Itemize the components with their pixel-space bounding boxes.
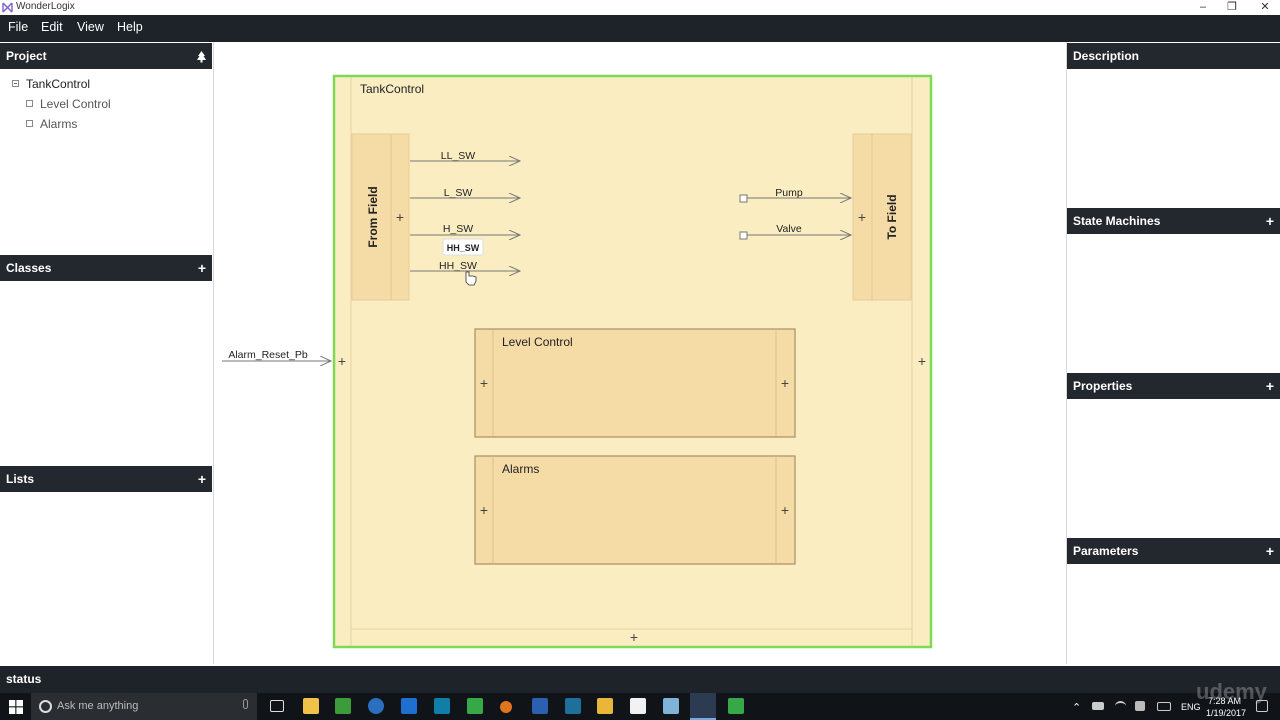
menu-file[interactable]: File [8, 20, 28, 34]
microphone-icon[interactable] [243, 699, 248, 709]
state-machines-panel-title: State Machines [1073, 214, 1161, 228]
lists-panel-title: Lists [6, 472, 35, 486]
tankcontrol-add-output[interactable]: + [918, 353, 926, 369]
tooltip-text: HH_SW [447, 243, 480, 253]
menu-bar: File Edit View Help [0, 15, 1280, 42]
to-field-add-port[interactable]: + [858, 209, 866, 225]
to-field-label: To Field [885, 194, 899, 239]
add-class-button[interactable]: + [198, 255, 206, 281]
status-bar: status [0, 666, 1280, 693]
window-title: WonderLogix [16, 1, 75, 12]
diagram-canvas[interactable]: TankControl From Field + LL_SW L_SW H_SW… [214, 42, 1066, 666]
project-panel-title: Project [6, 49, 47, 63]
tree-node-icon [26, 100, 33, 107]
document-icon[interactable] [630, 698, 646, 714]
input-label-ll-sw: LL_SW [441, 150, 476, 162]
tree-item-level-control[interactable]: Level Control [40, 97, 111, 111]
status-text: status [6, 672, 42, 686]
clock-date[interactable]: 1/19/2017 [1206, 708, 1246, 718]
restore-button[interactable]: ❐ [1217, 0, 1247, 15]
alarms-add-output[interactable]: + [781, 502, 789, 518]
alarms-title: Alarms [502, 462, 539, 476]
output-port-valve[interactable] [739, 231, 748, 240]
output-port-pump[interactable] [739, 194, 748, 203]
keyboard-icon[interactable] [1157, 702, 1171, 711]
wonderlogix-taskbar-icon[interactable] [690, 693, 716, 720]
camtasia-icon[interactable] [467, 698, 483, 714]
add-list-button[interactable]: + [198, 466, 206, 492]
input-label-alarm-reset-pb: Alarm_Reset_Pb [228, 349, 308, 361]
menu-edit[interactable]: Edit [41, 20, 63, 34]
search-placeholder: Ask me anything [57, 700, 139, 712]
tree-icon[interactable] [196, 50, 207, 63]
menu-help[interactable]: Help [117, 20, 143, 34]
browser-icon[interactable] [368, 698, 384, 714]
parameters-panel-title: Parameters [1073, 544, 1139, 558]
taskbar: Ask me anything ⌃ ENG 7:28 AM 1/19/2017 … [0, 679, 1280, 720]
tree-item-tankcontrol[interactable]: TankControl [26, 77, 90, 91]
camtasia-recorder-icon[interactable] [728, 698, 744, 714]
add-parameter-button[interactable]: + [1266, 538, 1274, 564]
description-panel-title: Description [1073, 49, 1140, 63]
level-control-add-output[interactable]: + [781, 375, 789, 391]
udemy-watermark: udemy [1196, 679, 1267, 704]
outlook-icon[interactable] [401, 698, 417, 714]
add-state-machine-button[interactable]: + [1266, 208, 1274, 234]
classes-panel-header: Classes + [0, 255, 212, 281]
vlc-icon[interactable] [500, 701, 512, 713]
network-tool-icon[interactable] [597, 698, 613, 714]
level-control-title: Level Control [502, 335, 573, 349]
description-panel-header: Description [1067, 43, 1280, 69]
tree-item-alarms[interactable]: Alarms [40, 117, 77, 131]
volume-icon[interactable] [1135, 701, 1145, 711]
input-label-l-sw: L_SW [444, 187, 473, 199]
taskbar-search[interactable]: Ask me anything [31, 693, 257, 720]
skype-icon[interactable] [434, 698, 450, 714]
wifi-icon[interactable] [1115, 701, 1126, 711]
spreadsheet-app-icon[interactable] [335, 698, 351, 714]
cortana-icon [39, 700, 52, 713]
close-button[interactable]: ✕ [1250, 0, 1280, 15]
input-label-hh-sw: HH_SW [439, 260, 477, 272]
collapse-icon[interactable] [12, 80, 19, 87]
right-divider[interactable] [1066, 42, 1067, 664]
tankcontrol-add-input[interactable]: + [338, 353, 346, 369]
output-label-pump: Pump [775, 187, 803, 199]
word-icon[interactable] [532, 698, 548, 714]
file-explorer-icon[interactable] [303, 698, 319, 714]
visual-studio-icon[interactable] [565, 698, 581, 714]
battery-icon[interactable] [1092, 702, 1104, 710]
menu-view[interactable]: View [77, 20, 104, 34]
notes-icon[interactable] [663, 698, 679, 714]
tray-chevron-icon[interactable]: ⌃ [1072, 701, 1081, 714]
input-label-h-sw: H_SW [443, 223, 473, 235]
task-view-icon[interactable] [270, 700, 284, 712]
minimize-button[interactable]: – [1188, 0, 1218, 15]
parameters-panel-header: Parameters + [1067, 538, 1280, 564]
app-logo-icon [2, 2, 13, 13]
lists-panel-header: Lists + [0, 466, 212, 492]
alarms-add-input[interactable]: + [480, 502, 488, 518]
from-field-add-port[interactable]: + [396, 209, 404, 225]
level-control-add-input[interactable]: + [480, 375, 488, 391]
properties-panel-title: Properties [1073, 379, 1133, 393]
add-property-button[interactable]: + [1266, 373, 1274, 399]
output-label-valve: Valve [776, 223, 802, 235]
classes-panel-title: Classes [6, 261, 52, 275]
windows-start-icon[interactable] [9, 700, 23, 714]
from-field-label: From Field [366, 186, 380, 247]
tankcontrol-title: TankControl [360, 82, 424, 96]
properties-panel-header: Properties + [1067, 373, 1280, 399]
window-title-bar: WonderLogix – ❐ ✕ [0, 0, 1280, 15]
project-panel-header: Project [0, 43, 212, 69]
tankcontrol-add-bottom[interactable]: + [630, 629, 638, 645]
state-machines-panel-header: State Machines + [1067, 208, 1280, 234]
tree-node-icon [26, 120, 33, 127]
